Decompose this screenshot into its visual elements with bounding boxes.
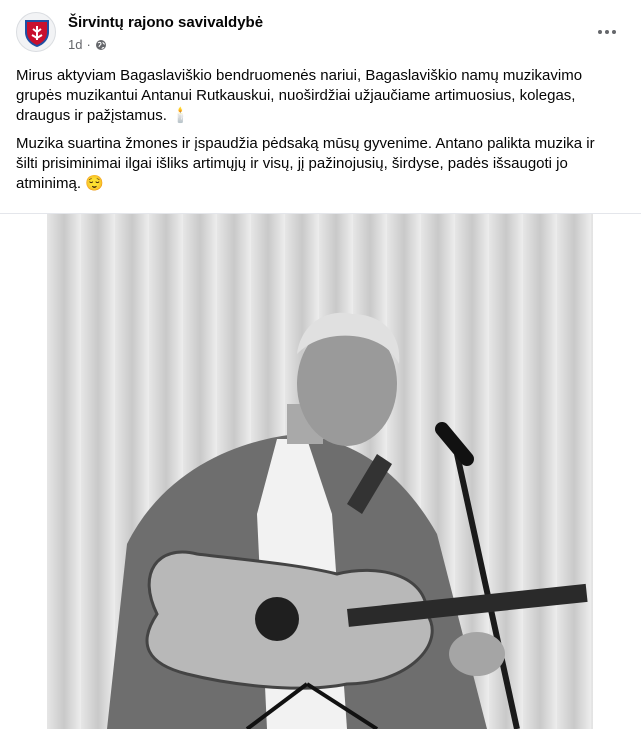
post-photo[interactable] [47, 214, 593, 729]
post-paragraph-2: Muzika suartina žmones ir įspaudžia pėds… [16, 135, 595, 192]
meta-separator: · [86, 37, 91, 52]
musician-photo-image [47, 214, 593, 729]
more-options-button[interactable] [593, 18, 621, 46]
post-photo-area [0, 214, 641, 729]
coat-of-arms-icon [25, 20, 49, 47]
post-text: Mirus aktyviam Bagaslaviškio bendruomenė… [16, 66, 616, 202]
dot-icon [612, 30, 616, 34]
post-timestamp[interactable]: 1d [68, 37, 82, 52]
page-name-link[interactable]: Širvintų rajono savivaldybė [68, 14, 263, 31]
post-paragraph-1: Mirus aktyviam Bagaslaviškio bendruomenė… [16, 67, 583, 124]
page-avatar[interactable] [16, 12, 56, 52]
facebook-post: Širvintų rajono savivaldybė 1d · Mirus a… [0, 0, 641, 729]
dot-icon [598, 30, 602, 34]
dot-icon [605, 30, 609, 34]
post-meta: 1d · [68, 37, 107, 52]
post-header: Širvintų rajono savivaldybė 1d · [16, 12, 625, 56]
globe-icon[interactable] [95, 39, 107, 51]
